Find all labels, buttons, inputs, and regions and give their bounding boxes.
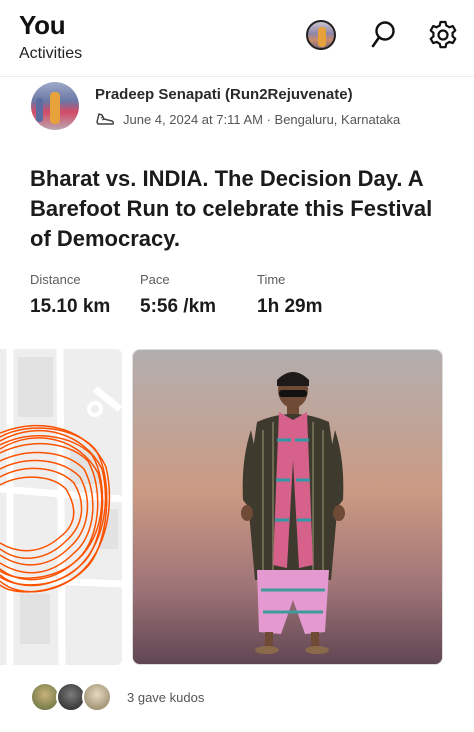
activity-date-location: June 4, 2024 at 7:11 AM · Bengaluru, Kar… <box>123 111 401 127</box>
route-map[interactable] <box>0 349 122 665</box>
stat-label: Distance <box>30 272 81 287</box>
activity-title[interactable]: Bharat vs. INDIA. The Decision Day. A Ba… <box>30 164 450 254</box>
stat-distance: Distance 15.10 km <box>30 272 110 318</box>
activity-post-header: Pradeep Senapati (Run2Rejuvenate) June 4… <box>0 76 474 146</box>
stat-label: Pace <box>140 272 170 287</box>
profile-avatar[interactable] <box>306 20 336 50</box>
athlete-avatar[interactable] <box>31 82 79 130</box>
stat-value: 1h 29m <box>257 296 323 317</box>
activity-photo[interactable] <box>132 349 443 665</box>
kudos-count-text[interactable]: 3 gave kudos <box>127 690 204 705</box>
settings-gear-icon[interactable] <box>426 18 460 52</box>
stat-value: 5:56 /km <box>140 296 217 317</box>
stat-pace: Pace 5:56 /km <box>140 272 216 318</box>
shoe-icon <box>96 113 115 125</box>
athlete-name[interactable]: Pradeep Senapati (Run2Rejuvenate) <box>95 86 353 103</box>
search-icon[interactable] <box>366 18 400 52</box>
kudos-row[interactable]: 3 gave kudos <box>30 682 450 714</box>
page-title: You <box>19 10 66 40</box>
activity-meta: June 4, 2024 at 7:11 AM · Bengaluru, Kar… <box>95 110 400 128</box>
stat-label: Time <box>257 272 286 287</box>
stat-time: Time 1h 29m <box>257 272 322 318</box>
activities-tab[interactable]: Activities <box>19 45 82 63</box>
top-bar: You Activities <box>0 0 474 77</box>
kudo-avatar[interactable] <box>82 682 112 712</box>
stat-value: 15.10 km <box>30 296 111 317</box>
